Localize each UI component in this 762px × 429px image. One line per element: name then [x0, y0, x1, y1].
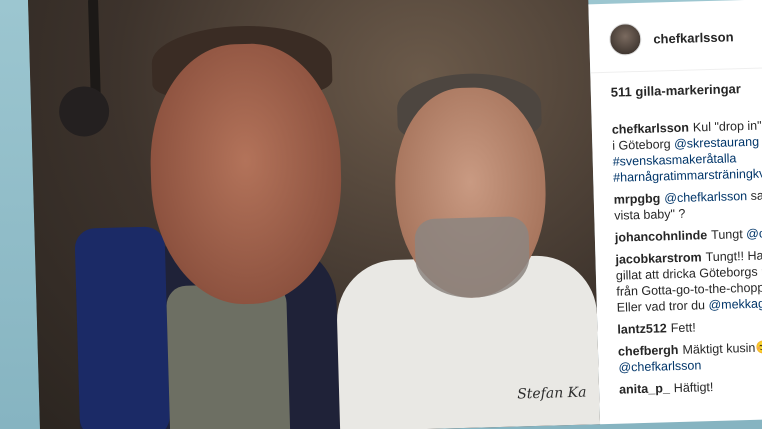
- comment-item: lantz512 Fett!: [617, 316, 762, 338]
- comments-panel: chefkarlsson 511 gilla-markeringar chefk…: [588, 0, 762, 425]
- comment-username[interactable]: lantz512: [617, 321, 667, 336]
- comment-line: johancohnlinde Tungt @chefk: [615, 224, 762, 246]
- comment-item: jacobkarstromTungt!! Han hagillat att dr…: [615, 246, 762, 316]
- post-header: chefkarlsson: [608, 16, 762, 58]
- comment-line: lantz512 Fett!: [617, 316, 762, 338]
- person-left-shirt: [166, 282, 291, 429]
- comment-line: anita_p_ Häftigt!: [619, 376, 762, 398]
- divider: [590, 65, 762, 74]
- comment-text: sa ha: [750, 188, 762, 203]
- person-left-scarf: [74, 226, 171, 429]
- comment-text: Mäktigt kusin😊: [682, 340, 762, 357]
- jacket-signature: Stefan Ka: [516, 384, 587, 403]
- likes-count[interactable]: 511 gilla-markeringar: [611, 79, 762, 100]
- comment-username[interactable]: chefbergh: [618, 343, 679, 359]
- comment-username[interactable]: chefkarlsson: [612, 121, 689, 137]
- comment-text: Fett!: [670, 320, 696, 336]
- mention-link[interactable]: @mekkag: [708, 297, 762, 313]
- comment-text: Tungt: [710, 227, 747, 243]
- mention-link[interactable]: @chefk: [746, 226, 762, 241]
- comment-text: Tungt!! Han ha: [705, 248, 762, 265]
- comment-item: mrpgbg@chefkarlsson sa ha vista baby" ?: [614, 186, 762, 224]
- comment-item: chefbergh Mäktigt kusin😊 @chefkarlsson: [618, 338, 762, 376]
- comment-text: vista baby" ?: [614, 206, 686, 223]
- mention-link[interactable]: @chefkarlsson: [618, 358, 701, 374]
- comment-item: chefkarlssonKul "drop in" gä i Göteborg @…: [612, 116, 762, 186]
- comment-text: Kul "drop in" gä: [692, 118, 762, 135]
- comment-text: Häftigt!: [673, 380, 714, 396]
- hashtag-link[interactable]: #harnågratimmarsträningkva: [613, 166, 762, 184]
- post-photo: Stefan Ka: [28, 0, 601, 429]
- instagram-post: Stefan Ka chefkarlsson 511 gilla-markeri…: [28, 0, 762, 429]
- mention-link[interactable]: @chefkarlsson: [664, 189, 747, 205]
- avatar[interactable]: [608, 22, 642, 56]
- comment-username[interactable]: johancohnlinde: [615, 228, 708, 245]
- comment-text: i Göteborg: [612, 137, 675, 153]
- comment-item: anita_p_ Häftigt!: [619, 376, 762, 398]
- post-username[interactable]: chefkarlsson: [653, 29, 734, 46]
- mention-link[interactable]: @skrestaurang: [674, 135, 759, 151]
- comment-username[interactable]: mrpgbg: [614, 191, 661, 206]
- comment-username[interactable]: jacobkarstrom: [615, 250, 702, 266]
- comment-text: Eller vad tror du: [616, 298, 709, 315]
- comment-username[interactable]: anita_p_: [619, 381, 670, 396]
- comment-item: johancohnlinde Tungt @chefk: [615, 224, 762, 246]
- comment-list: chefkarlssonKul "drop in" gä i Göteborg @…: [612, 116, 762, 397]
